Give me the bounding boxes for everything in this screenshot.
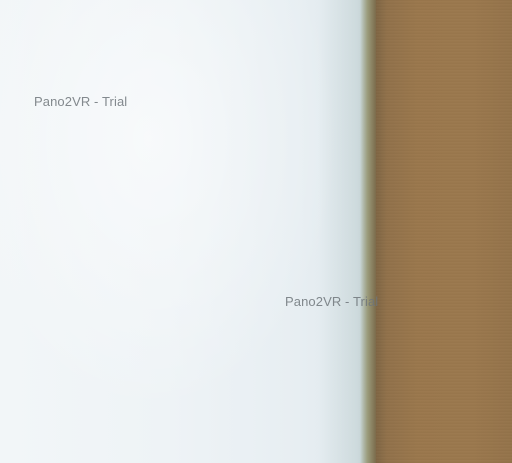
door-texture (376, 0, 512, 463)
trial-watermark: Pano2VR - Trial (34, 94, 128, 109)
panorama-viewer[interactable]: Pano2VR - Trial Pano2VR - Trial (0, 0, 512, 463)
trial-watermark: Pano2VR - Trial (285, 294, 379, 309)
